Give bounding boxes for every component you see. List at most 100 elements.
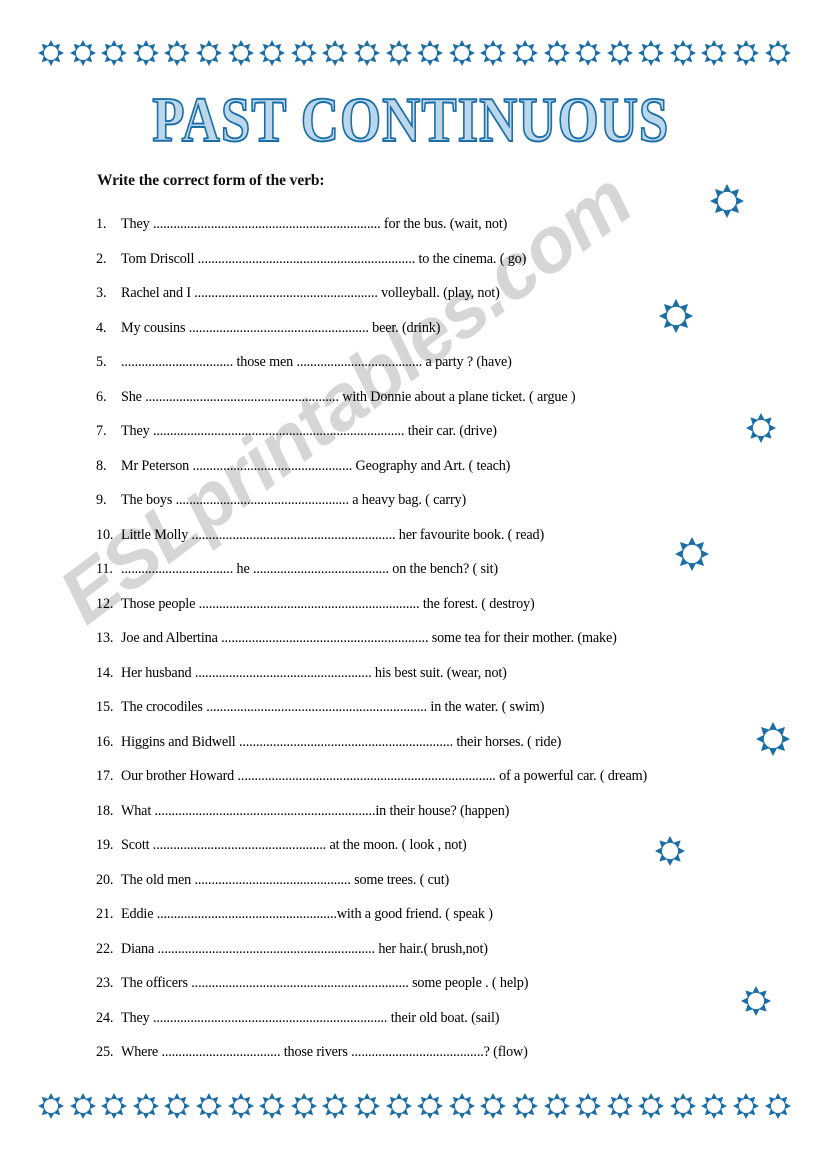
worksheet-page: PAST CONTINUOUS Write the correct form o… <box>0 0 821 1169</box>
exercise-sentence[interactable]: Joe and Albertina ......................… <box>121 630 617 647</box>
exercise-sentence[interactable]: They ...................................… <box>121 216 507 233</box>
sun-icon <box>669 40 696 66</box>
sun-icon <box>38 40 64 66</box>
exercise-sentence[interactable]: The boys ...............................… <box>121 492 466 509</box>
exercise-sentence[interactable]: They ...................................… <box>121 1010 499 1027</box>
exercise-sentence[interactable]: The officers ...........................… <box>121 975 528 992</box>
sun-icon <box>764 40 791 66</box>
exercise-number: 15. <box>96 699 114 715</box>
exercise-number: 22. <box>96 940 114 957</box>
sun-icon <box>701 40 728 66</box>
sun-icon <box>290 40 317 66</box>
sun-icon <box>227 1093 254 1119</box>
sun-icon <box>69 40 96 66</box>
exercise-row: 20. The old men .........................… <box>96 872 736 907</box>
exercise-sentence[interactable]: The crocodiles .........................… <box>121 699 544 716</box>
exercise-sentence[interactable]: ................................. he ...… <box>121 561 498 578</box>
exercise-row: 24. They ................................… <box>96 1010 736 1045</box>
sun-icon <box>764 1093 791 1119</box>
sun-icon <box>575 40 602 66</box>
exercise-row: 10. Little Molly ........................… <box>96 527 736 562</box>
exercise-sentence[interactable]: The old men ............................… <box>121 872 449 889</box>
sun-icon <box>710 184 744 218</box>
sun-icon <box>669 1093 696 1119</box>
sun-icon <box>132 40 159 66</box>
sun-icon <box>164 40 191 66</box>
exercise-row: 6. She ..................................… <box>96 389 736 424</box>
exercise-number: 24. <box>96 1009 114 1026</box>
exercise-sentence[interactable]: She ....................................… <box>121 389 576 406</box>
sun-icon <box>741 986 771 1016</box>
exercise-row: 21. Eddie ...............................… <box>96 906 736 941</box>
exercise-sentence[interactable]: ................................. those … <box>121 354 512 371</box>
exercise-sentence[interactable]: Rachel and I ...........................… <box>121 285 500 302</box>
sun-icon <box>101 40 128 66</box>
sun-icon <box>606 1093 633 1119</box>
sun-icon <box>638 1093 665 1119</box>
exercise-sentence[interactable]: What ...................................… <box>121 803 509 820</box>
sun-icon <box>511 1093 538 1119</box>
exercise-sentence[interactable]: Our brother Howard .....................… <box>121 768 647 785</box>
exercise-sentence[interactable]: Little Molly ...........................… <box>121 527 544 544</box>
exercise-number: 4. <box>96 319 107 336</box>
exercise-number: 16. <box>96 733 114 750</box>
sun-icon <box>511 40 538 66</box>
exercise-row: 16. Higgins and Bidwell .................… <box>96 734 736 769</box>
exercise-row: 15. The crocodiles ......................… <box>96 699 736 734</box>
exercise-sentence[interactable]: Higgins and Bidwell ....................… <box>121 734 561 751</box>
exercise-sentence[interactable]: They ...................................… <box>121 423 497 440</box>
exercise-sentence[interactable]: Diana ..................................… <box>121 941 488 958</box>
sun-icon <box>101 1093 128 1119</box>
exercise-row: 17. Our brother Howard ..................… <box>96 768 736 803</box>
sun-icon <box>322 40 349 66</box>
sun-icon <box>659 299 693 333</box>
sun-icon <box>38 1093 64 1119</box>
exercise-row: 2. Tom Driscoll .........................… <box>96 251 736 286</box>
exercise-number: 18. <box>96 802 114 819</box>
bottom-sun-border <box>38 1093 791 1119</box>
sun-icon <box>675 537 709 571</box>
exercise-number: 2. <box>96 250 107 267</box>
exercise-number: 9. <box>96 492 107 508</box>
exercise-sentence[interactable]: Scott ..................................… <box>121 837 467 854</box>
exercise-row: 3. Rachel and I .........................… <box>96 285 736 320</box>
exercise-number: 14. <box>96 664 114 681</box>
sun-icon <box>448 1093 475 1119</box>
sun-icon <box>733 40 760 66</box>
exercise-row: 4. My cousins ...........................… <box>96 320 736 355</box>
exercise-sentence[interactable]: Tom Driscoll ...........................… <box>121 251 526 268</box>
sun-icon <box>543 40 570 66</box>
exercise-row: 22. Diana ...............................… <box>96 941 736 976</box>
exercise-number: 5. <box>96 354 107 370</box>
sun-icon <box>655 836 685 866</box>
exercise-number: 20. <box>96 871 114 888</box>
sun-icon <box>575 1093 602 1119</box>
top-sun-border <box>38 40 791 66</box>
sun-icon <box>195 40 222 66</box>
sun-icon <box>290 1093 317 1119</box>
instruction-text: Write the correct form of the verb: <box>97 172 325 189</box>
exercise-row: 14. Her husband .........................… <box>96 665 736 700</box>
sun-icon <box>69 1093 96 1119</box>
sun-icon <box>756 722 790 756</box>
page-title: PAST CONTINUOUS <box>151 84 670 156</box>
exercise-number: 17. <box>96 768 114 784</box>
sun-icon <box>195 1093 222 1119</box>
exercise-sentence[interactable]: Where ..................................… <box>121 1044 528 1061</box>
page-title-container: PAST CONTINUOUS <box>0 87 821 153</box>
sun-icon <box>385 40 412 66</box>
sun-icon <box>417 40 444 66</box>
sun-icon <box>417 1093 444 1119</box>
exercise-sentence[interactable]: Mr Peterson ............................… <box>121 458 510 475</box>
exercise-sentence[interactable]: My cousins .............................… <box>121 320 440 337</box>
exercise-row: 5. ................................. thos… <box>96 354 736 389</box>
sun-icon <box>480 40 507 66</box>
exercise-row: 12. Those people .......................… <box>96 596 736 631</box>
sun-icon <box>746 413 776 443</box>
exercise-sentence[interactable]: Her husband ............................… <box>121 665 507 682</box>
exercise-sentence[interactable]: Eddie ..................................… <box>121 906 493 923</box>
sun-icon <box>701 1093 728 1119</box>
exercise-row: 18. What ................................… <box>96 803 736 838</box>
exercise-number: 8. <box>96 457 107 474</box>
exercise-sentence[interactable]: Those people ...........................… <box>121 596 535 613</box>
